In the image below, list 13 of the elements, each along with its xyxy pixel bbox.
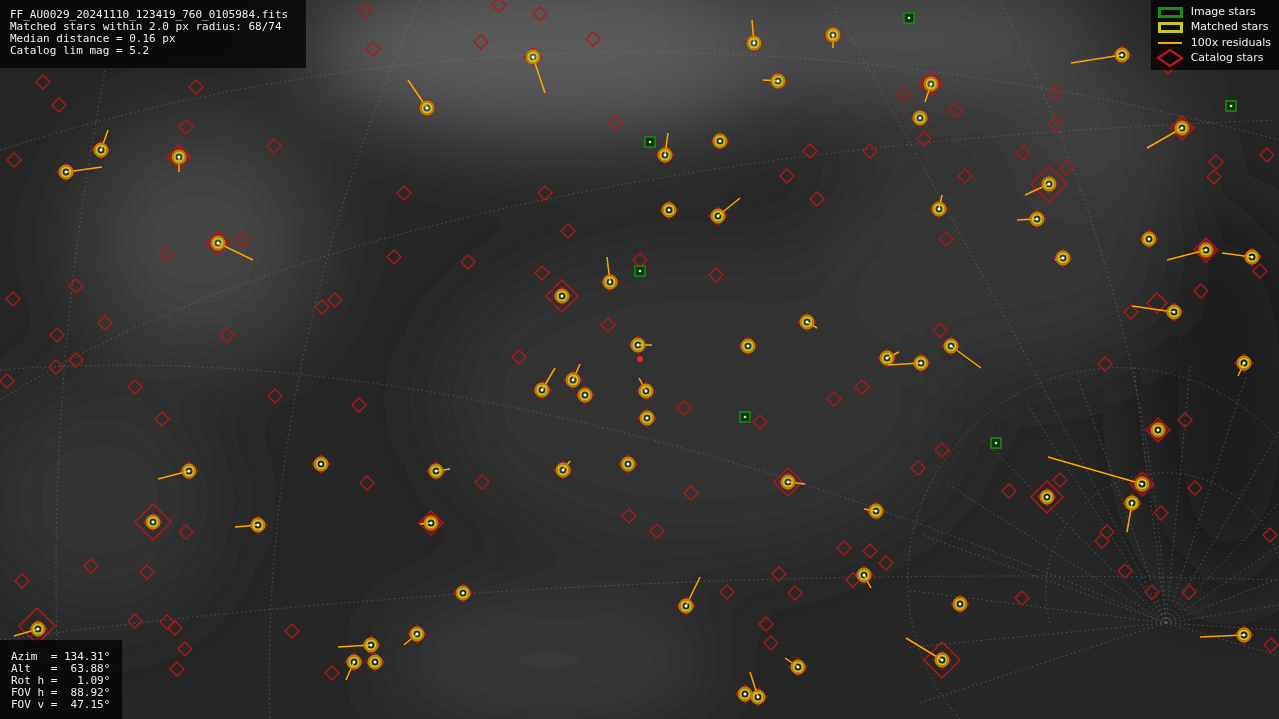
pointing-text: Rot h = 1.09° [11, 675, 112, 687]
legend-label: 100x residuals [1190, 34, 1271, 51]
pointing-text: Azim = 134.31° [11, 651, 112, 663]
legend-label: Matched stars [1190, 19, 1269, 35]
legend-label: Catalog stars [1190, 50, 1264, 66]
pointing-text: FOV v = 47.15° [11, 699, 112, 711]
info-text: Catalog lim mag = 5.2 [10, 45, 151, 57]
pointing-text: FOV h = 88.92° [11, 687, 112, 699]
pointing-text: Alt = 63.88° [11, 663, 112, 675]
info-text: Matched stars within 2.0 px radius: 68/74 [10, 21, 282, 33]
info-text: Median distance = 0.16 px [10, 33, 177, 45]
legend-label: Image stars [1190, 3, 1256, 20]
info-text: FF_AU0029_20241110_123419_760_0105984.fits [10, 9, 290, 21]
